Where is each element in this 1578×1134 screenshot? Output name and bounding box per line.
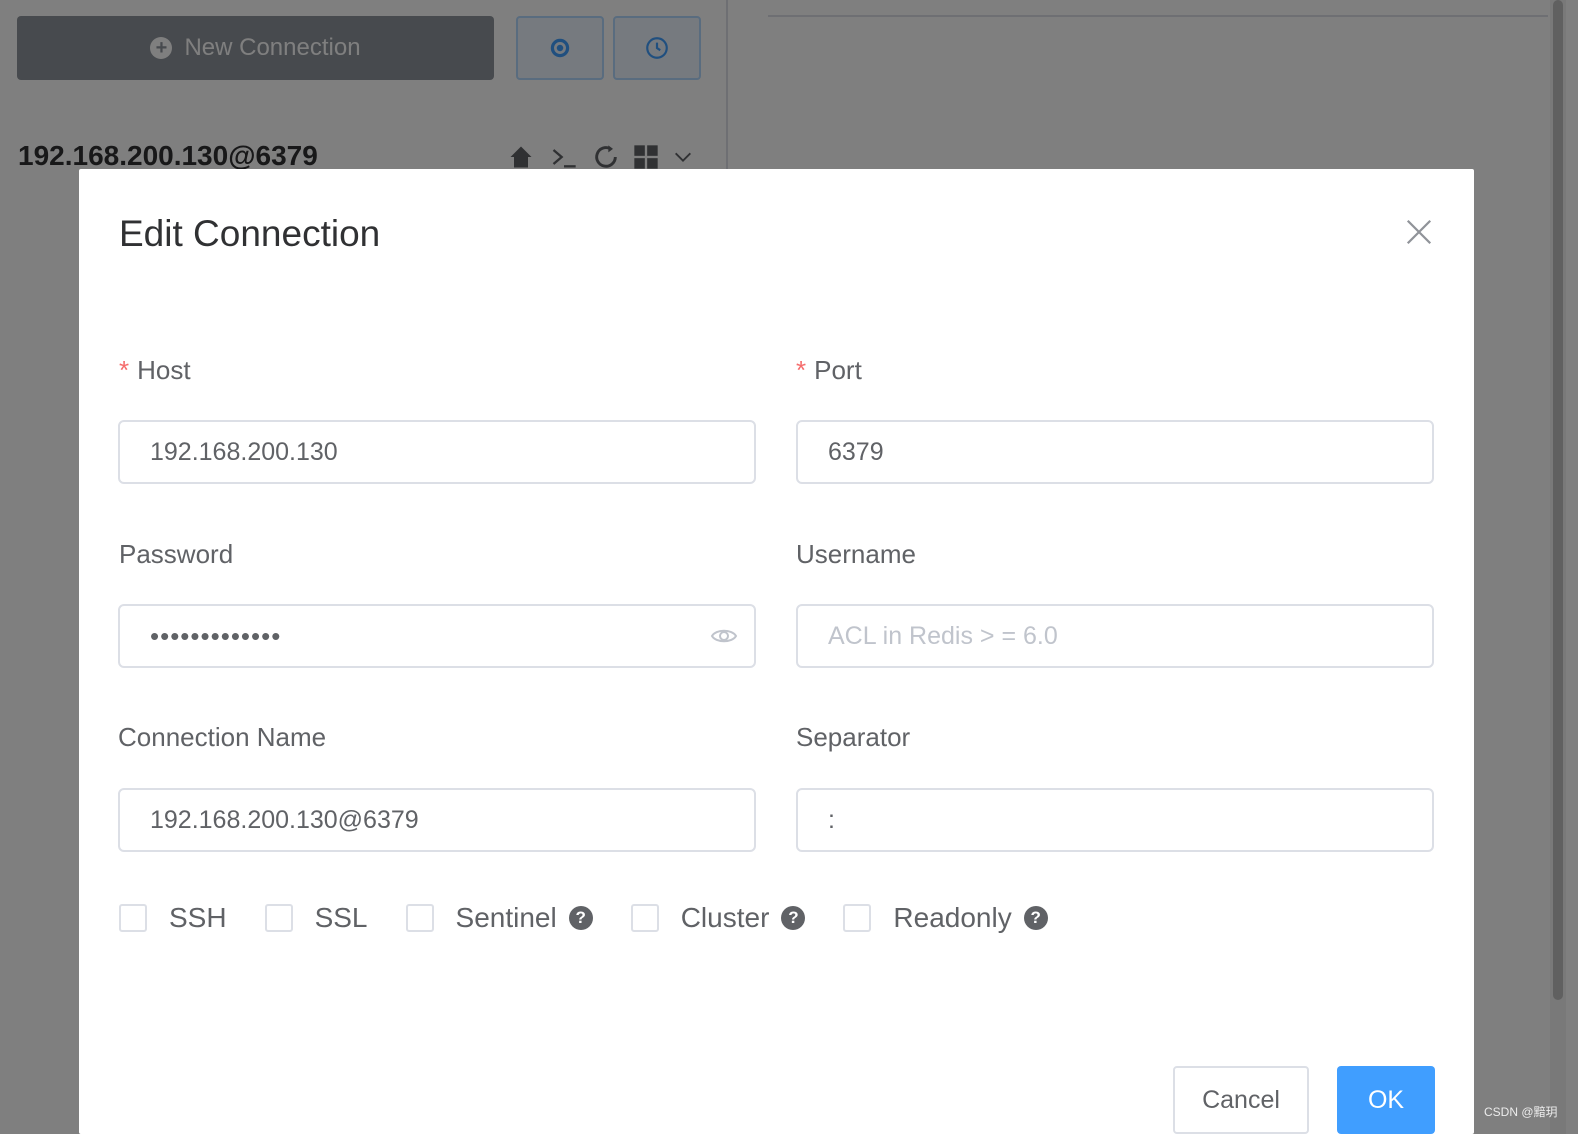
checkbox-box[interactable] xyxy=(843,904,872,932)
connection-name-label: Connection Name xyxy=(118,722,327,752)
checkbox-box[interactable] xyxy=(630,904,659,932)
cluster-checkbox[interactable]: Cluster ? xyxy=(630,902,806,934)
separator-input[interactable]: : xyxy=(796,788,1434,852)
host-input[interactable]: 192.168.200.130 xyxy=(118,420,756,484)
sentinel-checkbox[interactable]: Sentinel ? xyxy=(405,902,593,934)
ssh-checkbox[interactable]: SSH xyxy=(119,902,227,934)
host-value: 192.168.200.130 xyxy=(150,437,338,466)
password-label: Password xyxy=(119,539,234,569)
password-value: ••••••••••••• xyxy=(150,620,282,651)
cancel-button[interactable]: Cancel xyxy=(1173,1066,1309,1134)
checkbox-label: SSL xyxy=(314,902,368,933)
host-label: * Host xyxy=(119,355,191,385)
close-icon[interactable] xyxy=(1404,217,1434,247)
checkbox-label: Sentinel xyxy=(455,902,557,933)
question-circle-icon[interactable]: ? xyxy=(1023,906,1048,930)
port-label: * Port xyxy=(796,355,862,385)
connection-name-value: 192.168.200.130@6379 xyxy=(150,805,419,834)
ok-button[interactable]: OK xyxy=(1337,1066,1435,1134)
port-input[interactable]: 6379 xyxy=(796,420,1434,484)
question-circle-icon[interactable]: ? xyxy=(781,906,806,930)
username-input[interactable]: ACL in Redis > = 6.0 xyxy=(796,604,1434,668)
eye-icon[interactable] xyxy=(710,624,738,648)
question-circle-icon[interactable]: ? xyxy=(568,906,593,930)
required-asterisk: * xyxy=(119,355,130,385)
connection-options: SSH SSL Sentinel ? Cluster ? Readonly ? xyxy=(119,902,1086,934)
checkbox-box[interactable] xyxy=(264,904,293,932)
separator-value: : xyxy=(828,805,835,834)
checkbox-label: Readonly xyxy=(893,902,1012,933)
checkbox-box[interactable] xyxy=(119,904,147,932)
separator-label: Separator xyxy=(796,722,911,752)
checkbox-label: SSH xyxy=(169,902,227,933)
password-input[interactable]: ••••••••••••• xyxy=(118,604,756,668)
checkbox-box[interactable] xyxy=(405,904,434,932)
username-placeholder: ACL in Redis > = 6.0 xyxy=(828,621,1058,650)
dialog-title: Edit Connection xyxy=(119,213,381,254)
connection-name-input[interactable]: 192.168.200.130@6379 xyxy=(118,788,756,852)
readonly-checkbox[interactable]: Readonly ? xyxy=(843,902,1048,934)
watermark: CSDN @黯玥 xyxy=(1484,1105,1558,1119)
username-label: Username xyxy=(796,539,916,569)
port-value: 6379 xyxy=(828,437,884,466)
required-asterisk: * xyxy=(796,355,807,385)
edit-connection-dialog: Edit Connection * Host 192.168.200.130 * P… xyxy=(79,169,1474,1134)
ssl-checkbox[interactable]: SSL xyxy=(264,902,368,934)
checkbox-label: Cluster xyxy=(680,902,770,933)
